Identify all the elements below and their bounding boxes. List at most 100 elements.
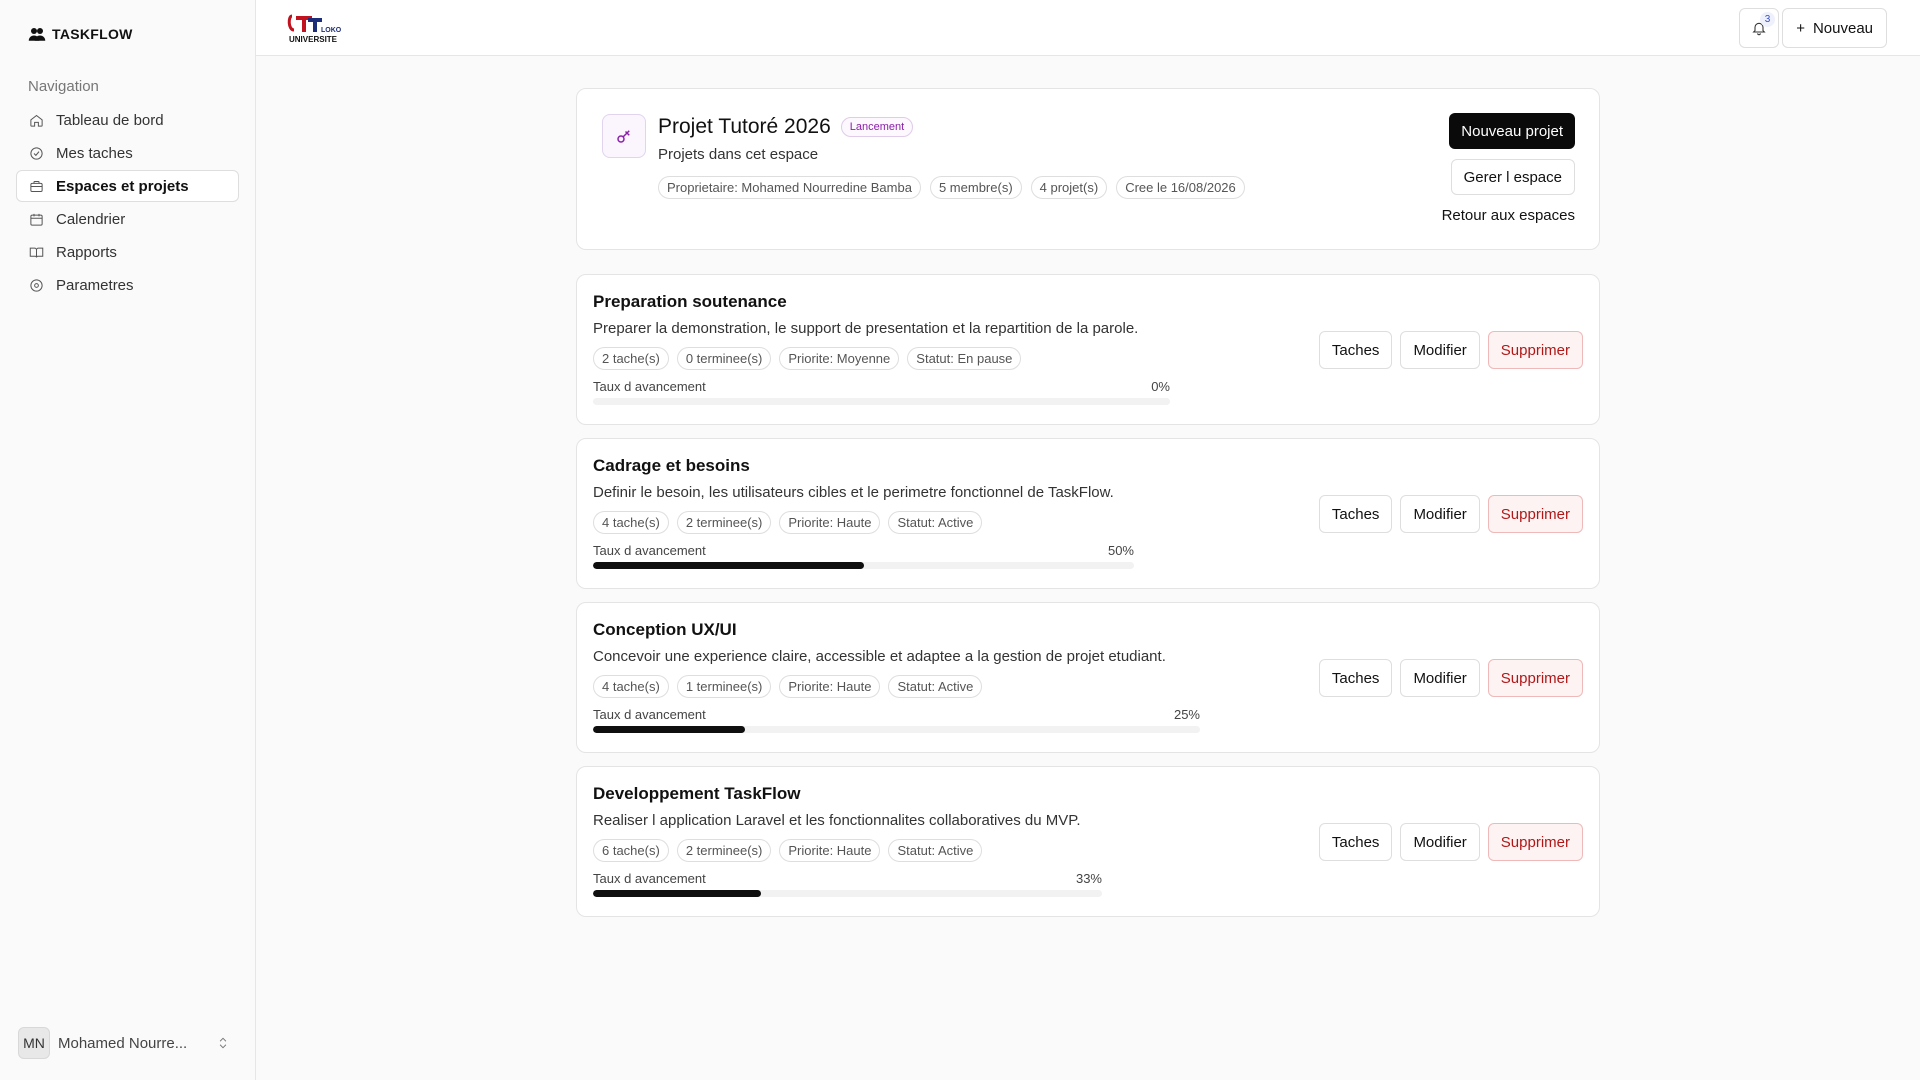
status-tag: Statut: Active (888, 675, 983, 698)
sidebar-item-calendar[interactable]: Calendrier (16, 203, 239, 235)
chevron-up-down-icon (219, 1037, 227, 1049)
sidebar-item-settings[interactable]: Parametres (16, 269, 239, 301)
home-icon (30, 114, 43, 127)
progress-track (593, 890, 1102, 897)
sidebar-item-label: Parametres (56, 276, 134, 294)
project-card: Developpement TaskFlow Realiser l applic… (576, 766, 1600, 917)
delete-button[interactable]: Supprimer (1487, 659, 1583, 697)
progress-fill (593, 890, 761, 897)
book-icon (29, 247, 44, 258)
edit-button[interactable]: Modifier (1400, 331, 1480, 369)
settings-icon (30, 278, 43, 292)
project-tags: 6 tache(s) 2 terminee(s) Priorite: Haute… (593, 839, 983, 862)
sidebar-item-label: Calendrier (56, 210, 126, 228)
project-actions: Taches Modifier Supprimer (1318, 659, 1583, 697)
project-description: Preparer la demonstration, le support de… (593, 320, 1139, 337)
notifications-button[interactable]: 3 (1739, 8, 1779, 48)
space-tags: Proprietaire: Mohamed Nourredine Bamba 5… (658, 176, 1245, 199)
progress-fill (593, 726, 745, 733)
progress-track (593, 562, 1134, 569)
university-logo[interactable]: LOKO UNIVERSITE (286, 12, 346, 46)
new-button-label: Nouveau (1812, 19, 1873, 37)
briefcase-icon (30, 180, 43, 192)
tasks-button[interactable]: Taches (1318, 823, 1393, 861)
completed-count-tag: 1 terminee(s) (676, 675, 772, 698)
project-actions: Taches Modifier Supprimer (1318, 331, 1583, 369)
progress-track (593, 726, 1200, 733)
project-description: Realiser l application Laravel et les fo… (593, 812, 1081, 829)
project-description: Concevoir une experience claire, accessi… (593, 648, 1166, 665)
topbar: LOKO UNIVERSITE 3 + Nouveau (256, 0, 1920, 56)
project-actions: Taches Modifier Supprimer (1318, 495, 1583, 533)
avatar: MN (18, 1027, 50, 1059)
progress-label: Taux d avancement (593, 379, 706, 394)
task-count-tag: 4 tache(s) (593, 511, 669, 534)
space-title: Projet Tutoré 2026 (658, 115, 831, 138)
sidebar-item-spaces-projects[interactable]: Espaces et projets (16, 170, 239, 202)
project-title: Conception UX/UI (593, 620, 737, 639)
completed-count-tag: 2 terminee(s) (676, 511, 772, 534)
edit-button[interactable]: Modifier (1400, 823, 1480, 861)
tasks-button[interactable]: Taches (1318, 495, 1393, 533)
edit-button[interactable]: Modifier (1400, 495, 1480, 533)
user-menu[interactable]: MN Mohamed Nourre... (18, 1027, 230, 1059)
project-title: Cadrage et besoins (593, 456, 750, 475)
brand[interactable]: TASKFLOW (28, 26, 133, 42)
created-date-tag: Cree le 16/08/2026 (1116, 176, 1245, 199)
project-tags: 4 tache(s) 2 terminee(s) Priorite: Haute… (593, 511, 983, 534)
project-tags: 2 tache(s) 0 terminee(s) Priorite: Moyen… (593, 347, 1022, 370)
project-actions: Taches Modifier Supprimer (1318, 823, 1583, 861)
sidebar-item-label: Espaces et projets (56, 177, 189, 195)
members-tag: 5 membre(s) (929, 176, 1022, 199)
project-tags: 4 tache(s) 1 terminee(s) Priorite: Haute… (593, 675, 983, 698)
progress-block: Taux d avancement 25% (593, 707, 1200, 733)
sidebar-item-label: Mes taches (56, 144, 133, 162)
project-title: Developpement TaskFlow (593, 784, 801, 803)
new-button[interactable]: + Nouveau (1782, 8, 1887, 48)
status-tag: Statut: Active (888, 839, 983, 862)
progress-value: 0% (1151, 379, 1170, 394)
back-to-spaces-link[interactable]: Retour aux espaces (1442, 207, 1575, 224)
task-count-tag: 6 tache(s) (593, 839, 669, 862)
status-tag: Statut: Active (888, 511, 983, 534)
sidebar-item-my-tasks[interactable]: Mes taches (16, 137, 239, 169)
logo-text-bottom: UNIVERSITE (289, 35, 338, 44)
space-icon (602, 114, 646, 158)
project-card: Conception UX/UI Concevoir une experienc… (576, 602, 1600, 753)
progress-value: 25% (1173, 707, 1200, 722)
sidebar-item-label: Tableau de bord (56, 111, 164, 129)
priority-tag: Priorite: Haute (779, 511, 881, 534)
sidebar-item-dashboard[interactable]: Tableau de bord (16, 104, 239, 136)
project-title: Preparation soutenance (593, 292, 787, 311)
sidebar-item-reports[interactable]: Rapports (16, 236, 239, 268)
tasks-button[interactable]: Taches (1318, 331, 1393, 369)
users-icon (28, 28, 46, 41)
space-status-badge: Lancement (840, 117, 914, 137)
progress-value: 50% (1107, 543, 1134, 558)
priority-tag: Priorite: Haute (779, 839, 881, 862)
delete-button[interactable]: Supprimer (1487, 823, 1583, 861)
space-header-card: Projet Tutoré 2026 Lancement Projets dan… (576, 88, 1600, 250)
project-card: Preparation soutenance Preparer la demon… (576, 274, 1600, 425)
progress-label: Taux d avancement (593, 871, 706, 886)
project-description: Definir le besoin, les utilisateurs cibl… (593, 484, 1114, 501)
sidebar-item-label: Rapports (56, 243, 117, 261)
progress-track (593, 398, 1170, 405)
progress-block: Taux d avancement 0% (593, 379, 1170, 405)
delete-button[interactable]: Supprimer (1487, 495, 1583, 533)
delete-button[interactable]: Supprimer (1487, 331, 1583, 369)
calendar-icon (30, 213, 43, 226)
logo-text-top: LOKO (321, 27, 342, 34)
progress-block: Taux d avancement 33% (593, 871, 1102, 897)
tasks-button[interactable]: Taches (1318, 659, 1393, 697)
edit-button[interactable]: Modifier (1400, 659, 1480, 697)
new-project-button[interactable]: Nouveau projet (1449, 113, 1575, 149)
progress-block: Taux d avancement 50% (593, 543, 1134, 569)
sidebar: TASKFLOW Navigation Tableau de bord Mes … (0, 0, 256, 1080)
plus-icon: + (1796, 19, 1805, 37)
completed-count-tag: 2 terminee(s) (676, 839, 772, 862)
project-card: Cadrage et besoins Definir le besoin, le… (576, 438, 1600, 589)
owner-tag: Proprietaire: Mohamed Nourredine Bamba (658, 176, 921, 199)
status-tag: Statut: En pause (907, 347, 1022, 370)
manage-space-button[interactable]: Gerer l espace (1450, 159, 1575, 195)
